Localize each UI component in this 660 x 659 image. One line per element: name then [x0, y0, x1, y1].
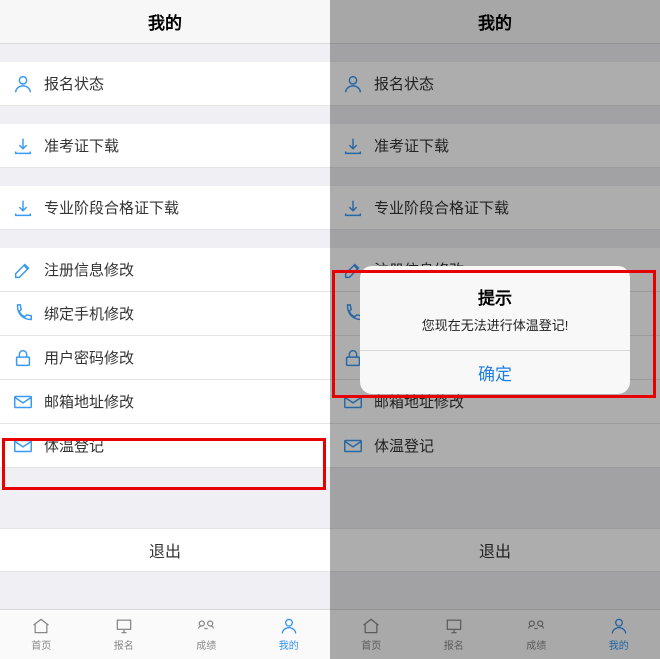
alert-ok-label: 确定 — [478, 360, 512, 385]
download-icon — [12, 197, 34, 219]
page-title: 我的 — [148, 9, 182, 34]
phone-left: 我的 报名状态 准考证下载 — [0, 0, 330, 659]
user-icon — [12, 73, 34, 95]
item-email-edit[interactable]: 邮箱地址修改 — [0, 380, 330, 424]
tab-label: 首页 — [31, 637, 51, 652]
monitor-icon — [114, 617, 134, 635]
item-label: 邮箱地址修改 — [44, 391, 134, 412]
item-label: 体温登记 — [44, 435, 104, 456]
item-temperature-register[interactable]: 体温登记 — [0, 424, 330, 468]
header: 我的 — [0, 0, 330, 44]
logout-button[interactable]: 退出 — [0, 528, 330, 572]
alert-body: 提示 您现在无法进行体温登记! — [360, 266, 630, 350]
item-admit-ticket-download[interactable]: 准考证下载 — [0, 124, 330, 168]
content: 报名状态 准考证下载 专业阶段合格证下载 — [0, 44, 330, 609]
mail-icon — [12, 391, 34, 413]
tab-signup[interactable]: 报名 — [83, 610, 166, 659]
mail-icon — [12, 435, 34, 457]
item-label: 报名状态 — [44, 73, 104, 94]
menu-group-4: 注册信息修改 绑定手机修改 用户密码修改 邮箱地址修改 — [0, 248, 330, 468]
lock-icon — [12, 347, 34, 369]
item-label: 绑定手机修改 — [44, 303, 134, 324]
home-icon — [31, 617, 51, 635]
phone-right: 我的 报名状态 准考证下载 专业阶段合格证下载 注册信息修改 — [330, 0, 660, 659]
menu-group-3: 专业阶段合格证下载 — [0, 186, 330, 230]
user-icon — [279, 617, 299, 635]
item-registration-status[interactable]: 报名状态 — [0, 62, 330, 106]
tab-home[interactable]: 首页 — [0, 610, 83, 659]
tab-label: 我的 — [279, 637, 299, 652]
item-reg-info-edit[interactable]: 注册信息修改 — [0, 248, 330, 292]
scores-icon — [196, 617, 216, 635]
item-qualification-download[interactable]: 专业阶段合格证下载 — [0, 186, 330, 230]
item-password-edit[interactable]: 用户密码修改 — [0, 336, 330, 380]
phone-icon — [12, 303, 34, 325]
logout-label: 退出 — [149, 538, 181, 562]
item-label: 注册信息修改 — [44, 259, 134, 280]
tab-label: 报名 — [114, 637, 134, 652]
menu-group-1: 报名状态 — [0, 62, 330, 106]
edit-icon — [12, 259, 34, 281]
item-phone-edit[interactable]: 绑定手机修改 — [0, 292, 330, 336]
tab-scores[interactable]: 成绩 — [165, 610, 248, 659]
alert-dialog: 提示 您现在无法进行体温登记! 确定 — [360, 266, 630, 394]
item-label: 用户密码修改 — [44, 347, 134, 368]
menu-group-2: 准考证下载 — [0, 124, 330, 168]
item-label: 专业阶段合格证下载 — [44, 197, 179, 218]
download-icon — [12, 135, 34, 157]
tabbar: 首页 报名 成绩 我的 — [0, 609, 330, 659]
alert-message: 您现在无法进行体温登记! — [376, 315, 614, 334]
tab-mine[interactable]: 我的 — [248, 610, 331, 659]
alert-title: 提示 — [376, 284, 614, 309]
modal-overlay: 提示 您现在无法进行体温登记! 确定 — [330, 0, 660, 659]
alert-ok-button[interactable]: 确定 — [360, 350, 630, 394]
item-label: 准考证下载 — [44, 135, 119, 156]
tab-label: 成绩 — [196, 637, 216, 652]
